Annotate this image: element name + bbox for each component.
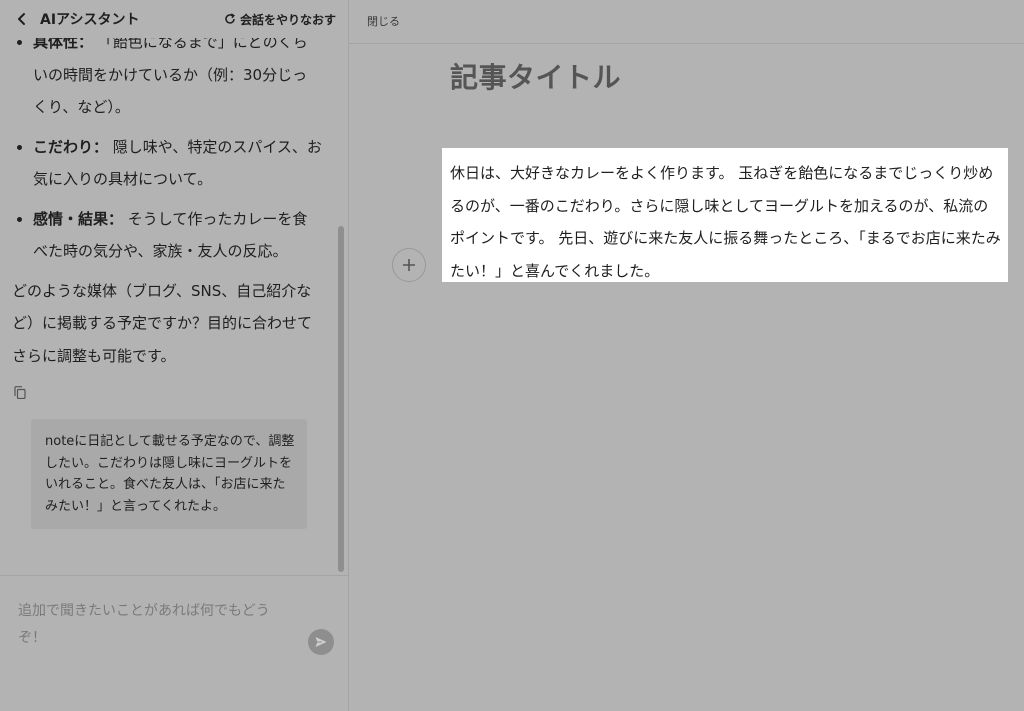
chat-history[interactable]: 具体性： 「飴色になるまで」にどのくらいの時間をかけているか（例：30分じっくり…: [0, 38, 334, 574]
refresh-icon: [225, 13, 235, 24]
close-button[interactable]: 閉じる: [367, 13, 400, 29]
user-message-bubble: noteに日記として載せる予定なので、調整したい。こだわりは隠し味にヨーグルトを…: [31, 419, 307, 529]
composer: 追加で聞きたいことがあれば何でもどうぞ！: [0, 575, 348, 711]
restart-label: 会話をやりなおす: [239, 12, 336, 27]
scrollbar-thumb[interactable]: [338, 226, 344, 572]
article-body-paragraph[interactable]: 休日は、大好きなカレーをよく作ります。 玉ねぎを飴色になるまでじっくり炒めるのが…: [442, 148, 1008, 282]
list-item: 具体性： 「飴色になるまで」にどのくらいの時間をかけているか（例：30分じっくり…: [33, 38, 322, 124]
plus-icon: [403, 259, 415, 271]
list-item: こだわり： 隠し味や、特定のスパイス、お気に入りの具材について。: [33, 131, 322, 196]
chevron-left-icon: [18, 13, 25, 25]
add-block-button[interactable]: [392, 248, 426, 282]
bullet-label: こだわり：: [33, 137, 109, 156]
editor-top-bar: 閉じる: [349, 0, 1024, 44]
chat-scrollbar[interactable]: [334, 38, 348, 574]
panel-title: AIアシスタント: [40, 12, 140, 28]
panel-header: AIアシスタント 会話をやりなおす: [0, 0, 348, 38]
bullet-label: 具体性：: [33, 38, 94, 51]
assistant-closing-text: どのような媒体（ブログ、SNS、自己紹介など）に掲載する予定ですか？目的に合わせ…: [12, 281, 313, 365]
assistant-bullet-list: 具体性： 「飴色になるまで」にどのくらいの時間をかけているか（例：30分じっくり…: [0, 38, 322, 268]
back-button[interactable]: [12, 9, 32, 29]
ai-assistant-panel: AIアシスタント 会話をやりなおす 具体性： 「飴色になるまで」にどのくらいの時…: [0, 0, 349, 711]
copy-icon[interactable]: [14, 386, 26, 399]
article-title[interactable]: 記事タイトル: [450, 56, 621, 96]
bullet-label: 感情・結果：: [33, 209, 124, 228]
send-button[interactable]: [308, 629, 334, 655]
article-editor: 閉じる 記事タイトル 休日は、大好きなカレーをよく作ります。 玉ねぎを飴色になる…: [349, 0, 1024, 711]
list-item: 感情・結果： そうして作ったカレーを食べた時の気分や、家族・友人の反応。: [33, 203, 322, 268]
restart-conversation-button[interactable]: 会話をやりなおす: [224, 11, 336, 28]
chat-input[interactable]: 追加で聞きたいことがあれば何でもどうぞ！: [18, 598, 290, 658]
send-icon: [315, 637, 327, 647]
